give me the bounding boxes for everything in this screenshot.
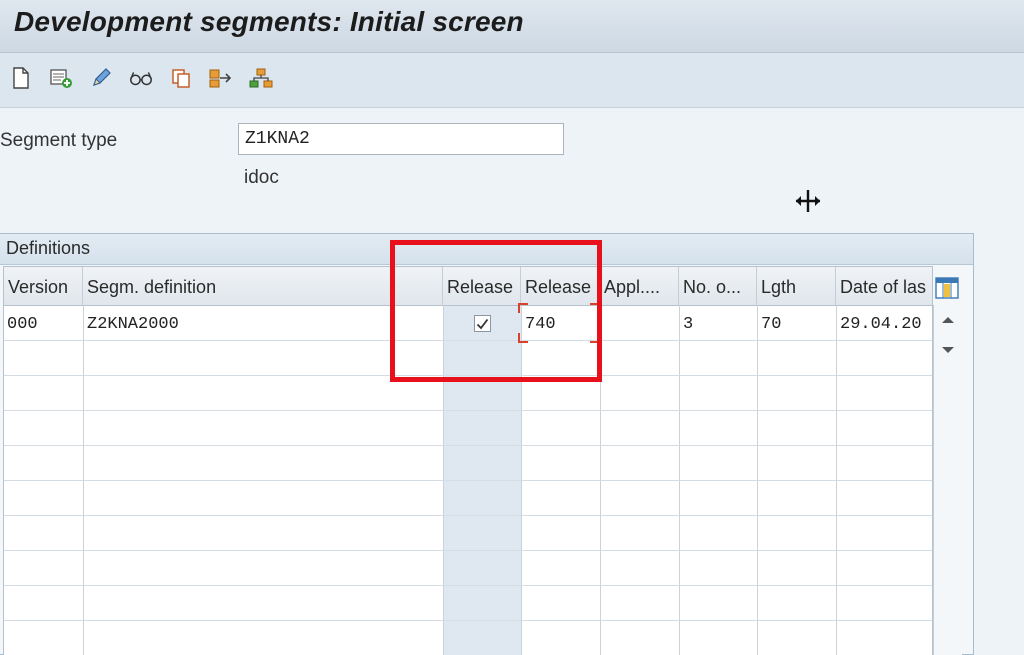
col-header-appl[interactable]: Appl.... bbox=[600, 267, 679, 305]
column-settings-icon[interactable] bbox=[933, 272, 961, 304]
row-divider bbox=[4, 620, 932, 621]
title-bar: Development segments: Initial screen bbox=[0, 0, 1024, 53]
create-with-plus-icon[interactable] bbox=[48, 65, 74, 91]
cell-date[interactable]: 29.04.20 bbox=[840, 315, 922, 334]
segment-type-input[interactable]: Z1KNA2 bbox=[238, 123, 564, 155]
page-title: Development segments: Initial screen bbox=[14, 6, 524, 37]
row-divider bbox=[4, 585, 932, 586]
hierarchy-tree-icon[interactable] bbox=[248, 65, 274, 91]
display-glasses-icon[interactable] bbox=[128, 65, 154, 91]
col-header-lgth[interactable]: Lgth bbox=[757, 267, 836, 305]
row-divider bbox=[4, 445, 932, 446]
scroll-down-icon bbox=[942, 347, 954, 353]
scroll-up-icon bbox=[942, 317, 954, 323]
segment-type-label: Segment type bbox=[0, 130, 118, 151]
application-toolbar bbox=[0, 53, 1024, 108]
definitions-title: Definitions bbox=[6, 238, 91, 258]
copy-icon[interactable] bbox=[168, 65, 194, 91]
vertical-scrollbar[interactable] bbox=[933, 305, 962, 655]
row-divider bbox=[4, 550, 932, 551]
cell-no-of[interactable]: 3 bbox=[683, 315, 693, 334]
row-divider bbox=[4, 480, 932, 481]
move-cursor-icon bbox=[792, 187, 824, 220]
row-divider bbox=[4, 515, 932, 516]
pencil-edit-icon[interactable] bbox=[88, 65, 114, 91]
cell-version[interactable]: 000 bbox=[7, 315, 38, 334]
col-header-date[interactable]: Date of las bbox=[836, 267, 932, 305]
annotation-highlight-box bbox=[390, 240, 602, 382]
cell-segm-definition[interactable]: Z2KNA2000 bbox=[87, 315, 179, 334]
col-header-segm-definition[interactable]: Segm. definition bbox=[83, 267, 443, 305]
row-divider bbox=[4, 410, 932, 411]
col-header-no-of[interactable]: No. o... bbox=[679, 267, 757, 305]
col-header-version[interactable]: Version bbox=[4, 267, 83, 305]
transfer-arrow-icon[interactable] bbox=[208, 65, 234, 91]
cell-lgth[interactable]: 70 bbox=[761, 315, 781, 334]
segment-type-description: idoc bbox=[244, 167, 279, 188]
new-document-icon[interactable] bbox=[8, 65, 34, 91]
